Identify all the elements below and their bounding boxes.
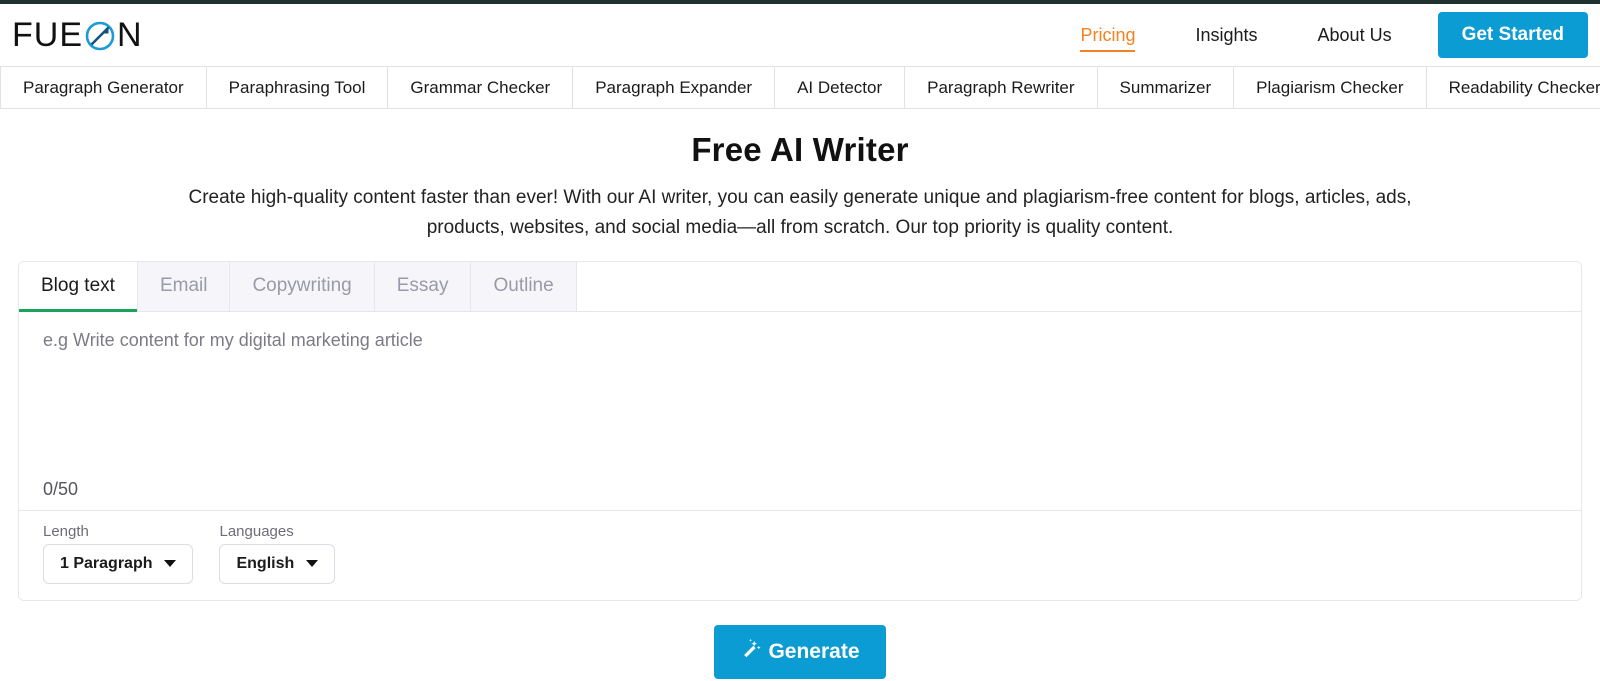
languages-control-group: Languages English [219,522,336,584]
languages-select-value: English [236,554,295,572]
logo-text: FUE N [12,18,143,52]
prompt-input-placeholder[interactable]: e.g Write content for my digital marketi… [43,330,1557,351]
page-description: Create high-quality content faster than … [188,187,1412,239]
primary-nav: Pricing Insights About Us Get Started [1050,4,1600,66]
tool-nav-item-paragraph-rewriter[interactable]: Paragraph Rewriter [905,67,1098,108]
tab-blog-text[interactable]: Blog text [19,261,138,312]
languages-select[interactable]: English [219,543,336,584]
nav-link-about-us[interactable]: About Us [1288,4,1422,66]
tool-nav-bar: Paragraph Generator Paraphrasing Tool Gr… [0,66,1600,109]
page-title: Free AI Writer [691,131,909,168]
tool-nav-item-paragraph-expander[interactable]: Paragraph Expander [573,67,776,108]
chevron-down-icon [164,560,177,568]
nav-link-pricing[interactable]: Pricing [1050,4,1165,66]
hero-section: Free AI Writer Create high-quality conte… [0,109,1600,244]
get-started-button[interactable]: Get Started [1437,12,1588,58]
generate-row: Generate [0,624,1600,679]
nav-link-insights[interactable]: Insights [1165,4,1287,66]
length-control-group: Length 1 Paragraph [43,522,194,584]
length-label: Length [43,522,89,540]
chevron-down-icon [306,560,319,568]
logo-text-part1: FUE [12,16,83,54]
languages-label: Languages [219,522,294,540]
length-select[interactable]: 1 Paragraph [43,543,194,584]
prompt-editor[interactable]: e.g Write content for my digital marketi… [19,311,1581,510]
site-header: FUE N Pricing Insights About Us Get Star… [0,4,1600,66]
generate-button[interactable]: Generate [714,624,886,679]
content-type-tabs: Blog text Email Copywriting Essay Outlin… [19,261,1581,312]
tool-nav-item-paraphrasing-tool[interactable]: Paraphrasing Tool [207,67,389,108]
editor-controls: Length 1 Paragraph Languages English [19,509,1581,600]
tool-nav-item-ai-detector[interactable]: AI Detector [775,67,906,108]
tab-copywriting[interactable]: Copywriting [230,261,375,311]
tool-nav-item-readability-checker[interactable]: Readability Checker [1427,67,1600,108]
site-logo[interactable]: FUE N [12,4,143,66]
length-select-value: 1 Paragraph [60,554,153,572]
generate-button-label: Generate [768,639,860,663]
tool-nav-item-plagiarism-checker[interactable]: Plagiarism Checker [1234,67,1427,108]
tab-outline[interactable]: Outline [471,261,577,311]
tab-email[interactable]: Email [137,261,231,311]
tab-essay[interactable]: Essay [374,261,472,311]
magic-wand-icon [740,638,762,666]
writer-card: Blog text Email Copywriting Essay Outlin… [18,260,1582,601]
circle-slash-icon [83,19,117,53]
logo-text-part2: N [117,16,143,54]
tool-nav-item-summarizer[interactable]: Summarizer [1098,67,1235,108]
character-counter: 0/50 [43,478,79,499]
tool-nav-item-grammar-checker[interactable]: Grammar Checker [388,67,574,108]
tabs-filler [576,261,1581,311]
tool-nav-item-paragraph-generator[interactable]: Paragraph Generator [0,67,207,108]
